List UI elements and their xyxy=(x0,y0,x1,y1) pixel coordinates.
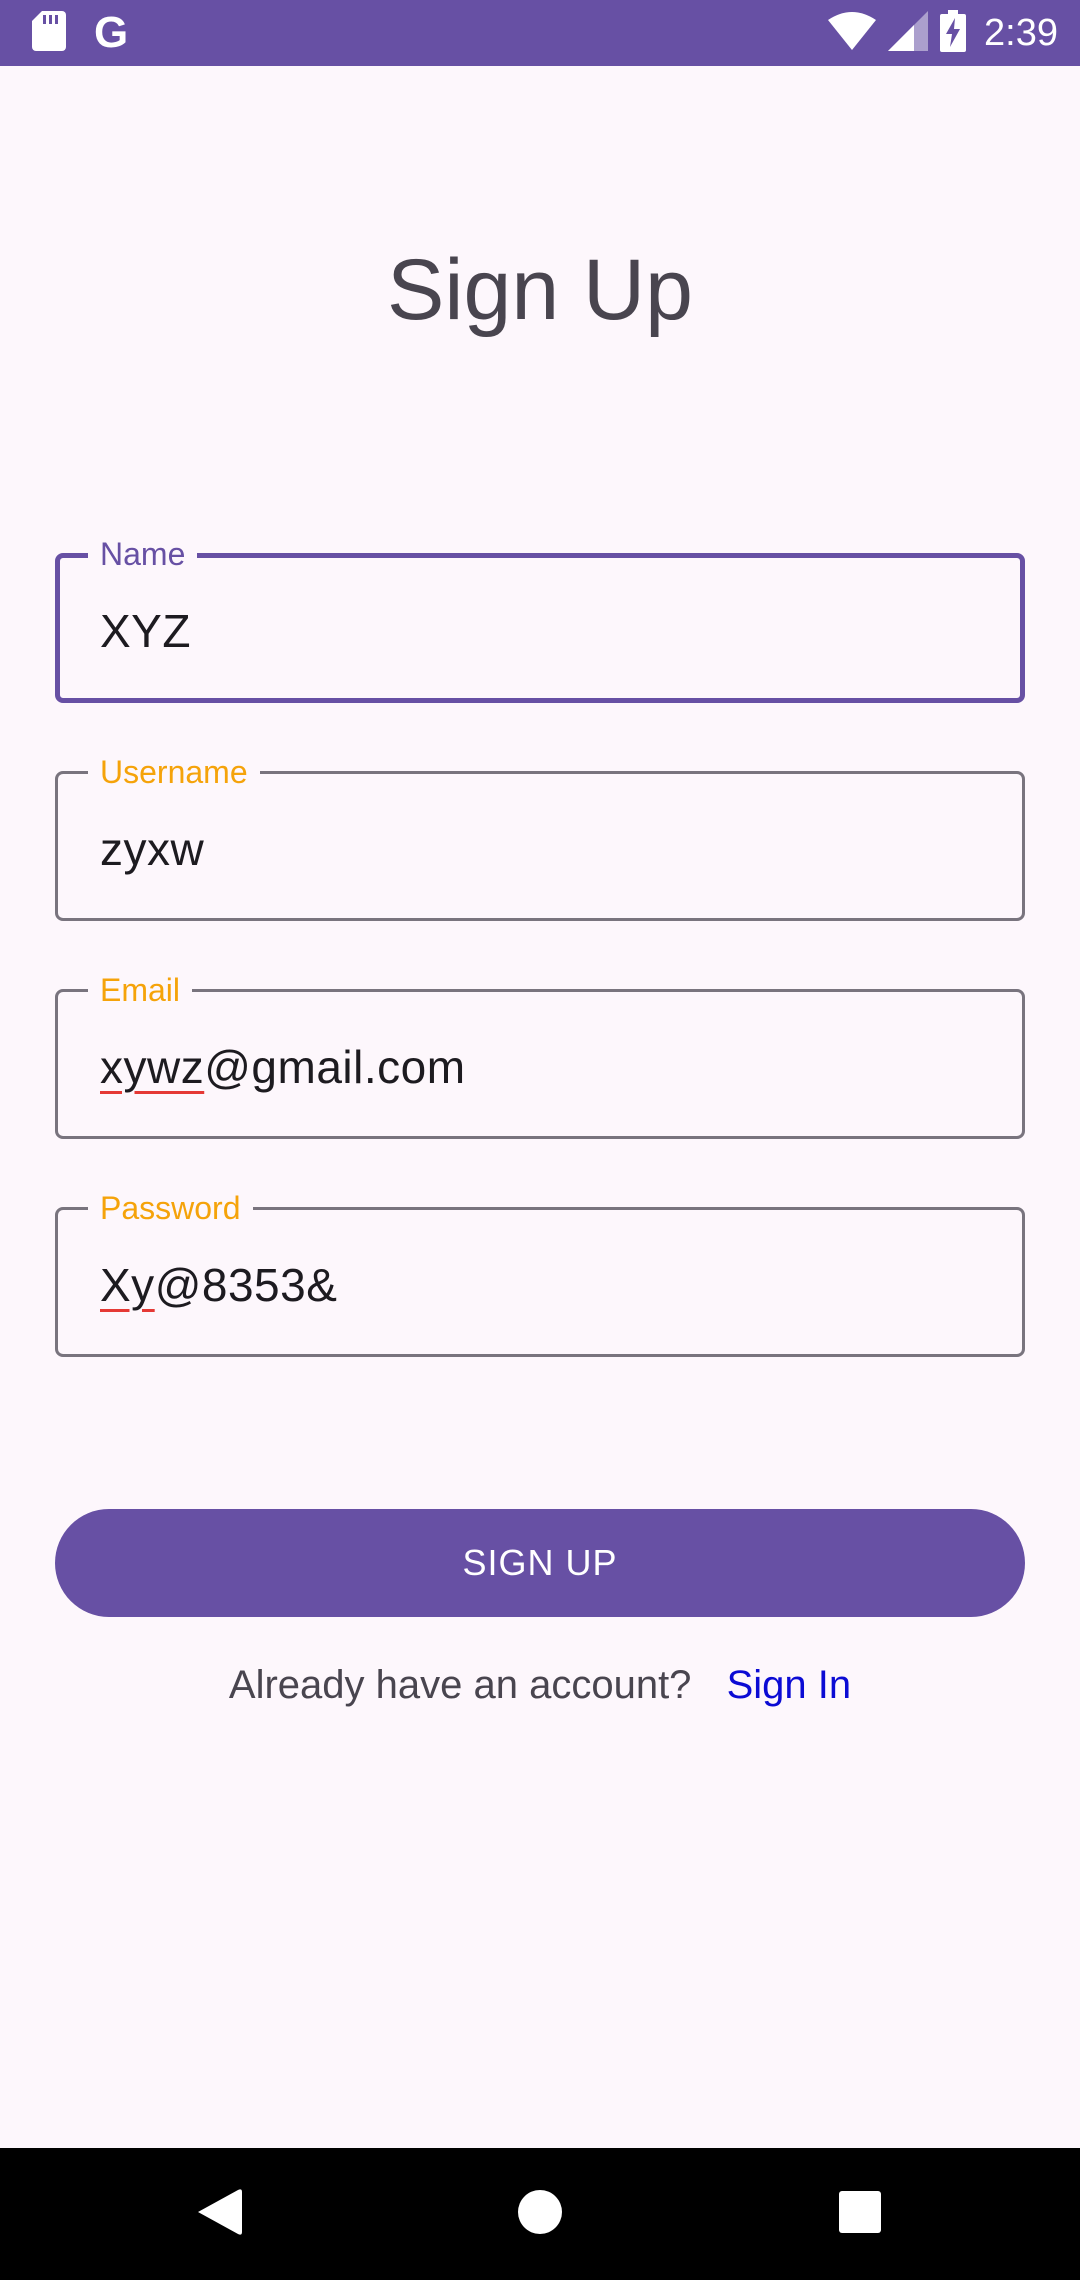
signin-row: Already have an account? Sign In xyxy=(0,1660,1080,1710)
signal-icon xyxy=(888,10,929,56)
back-button[interactable] xyxy=(140,2148,300,2280)
signup-button[interactable]: SIGN UP xyxy=(55,1509,1025,1617)
email-field-value[interactable]: xywz@gmail.com xyxy=(100,1042,466,1092)
status-bar-right: 2:39 xyxy=(828,9,1058,57)
password-field-value[interactable]: Xy@8353& xyxy=(100,1260,337,1310)
home-button[interactable] xyxy=(460,2148,620,2280)
signup-screen: G 2:39 Sign Up Name XYZ Username zyxw Em… xyxy=(0,0,1080,2280)
status-bar-left: G xyxy=(32,8,129,57)
password-field[interactable]: Password Xy@8353& xyxy=(55,1188,1025,1357)
recents-icon xyxy=(839,2190,881,2238)
back-icon xyxy=(198,2188,242,2241)
status-time: 2:39 xyxy=(984,11,1058,54)
username-field-value[interactable]: zyxw xyxy=(100,824,204,874)
home-icon xyxy=(517,2189,563,2240)
password-field-label: Password xyxy=(88,1188,253,1228)
signin-prompt: Already have an account? xyxy=(228,1663,692,1707)
password-value-rest: @8353& xyxy=(154,1259,338,1311)
wifi-icon xyxy=(828,11,877,55)
username-field-label: Username xyxy=(88,752,260,792)
recents-button[interactable] xyxy=(780,2148,940,2280)
sd-card-icon xyxy=(32,10,66,56)
name-field-label: Name xyxy=(88,534,198,574)
google-icon: G xyxy=(94,8,129,57)
page-title: Sign Up xyxy=(387,242,693,338)
email-field-label: Email xyxy=(88,970,193,1010)
name-field[interactable]: Name XYZ xyxy=(55,534,1025,703)
name-field-value[interactable]: XYZ xyxy=(100,606,191,656)
navigation-bar xyxy=(0,2148,1080,2280)
password-spellcheck-word: Xy xyxy=(100,1259,155,1311)
signin-link[interactable]: Sign In xyxy=(727,1663,852,1707)
email-field[interactable]: Email xywz@gmail.com xyxy=(55,970,1025,1139)
username-field[interactable]: Username zyxw xyxy=(55,752,1025,921)
email-value-rest: @gmail.com xyxy=(204,1041,466,1093)
status-bar: G 2:39 xyxy=(0,0,1080,66)
email-spellcheck-word: xywz xyxy=(100,1041,205,1093)
battery-charging-icon xyxy=(940,9,967,57)
